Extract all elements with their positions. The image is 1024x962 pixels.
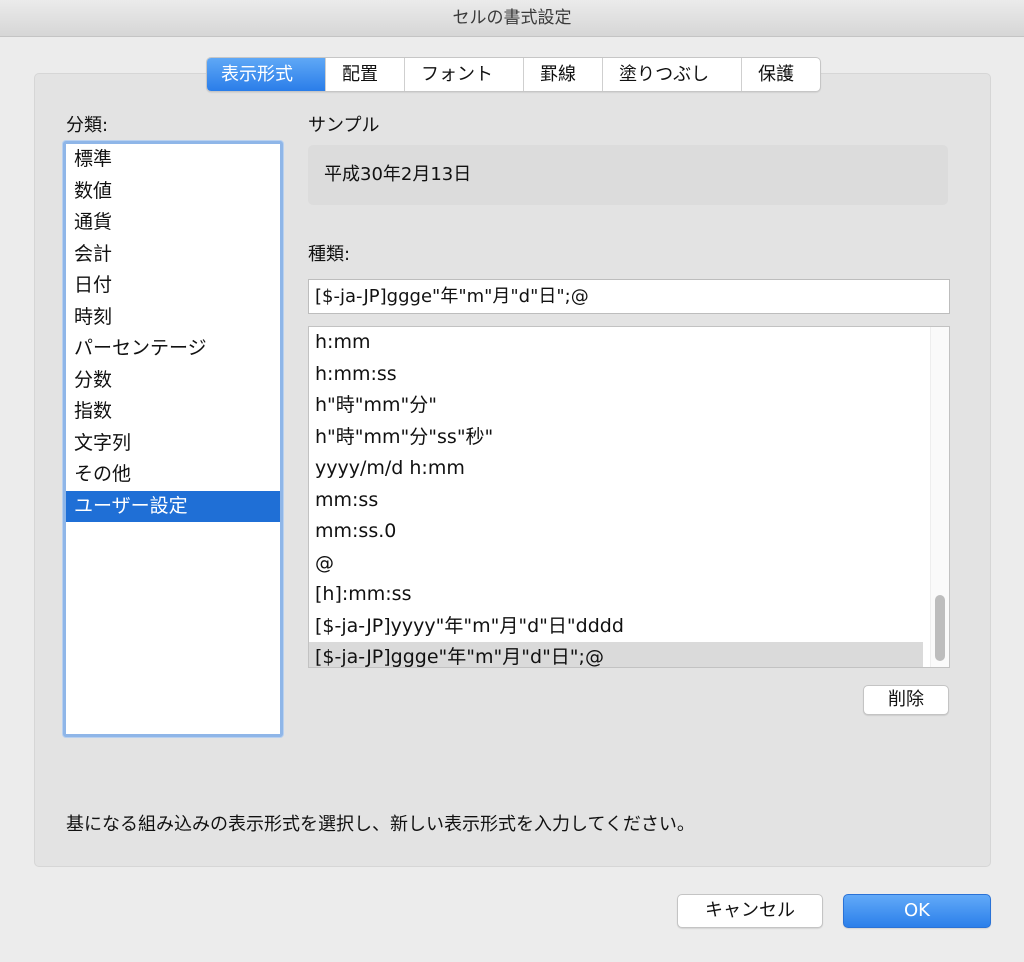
cancel-button[interactable]: キャンセル <box>677 894 823 928</box>
category-item[interactable]: 会計 <box>66 239 280 271</box>
category-item[interactable]: 標準 <box>66 144 280 176</box>
tab-border[interactable]: 罫線 <box>523 58 602 91</box>
category-item[interactable]: 数値 <box>66 176 280 208</box>
category-label: 分類: <box>66 115 109 136</box>
category-item[interactable]: パーセンテージ <box>66 333 280 365</box>
ok-button[interactable]: OK <box>843 894 991 928</box>
format-list[interactable]: h:mm h:mm:ss h"時"mm"分" h"時"mm"分"ss"秒" yy… <box>308 326 950 668</box>
format-item[interactable]: [$-ja-JP]yyyy"年"m"月"d"日"dddd <box>309 611 923 643</box>
category-item[interactable]: 日付 <box>66 270 280 302</box>
format-item[interactable]: mm:ss <box>309 485 923 517</box>
delete-button[interactable]: 削除 <box>863 685 949 715</box>
tab-fill[interactable]: 塗りつぶし <box>602 58 741 91</box>
sample-value: 平成30年2月13日 <box>324 164 472 185</box>
format-list-scrollbar[interactable] <box>930 327 949 667</box>
tab-bar: 表示形式 配置 フォント 罫線 塗りつぶし 保護 <box>206 57 821 92</box>
format-item[interactable]: h"時"mm"分"ss"秒" <box>309 422 923 454</box>
tab-font[interactable]: フォント <box>404 58 523 91</box>
type-label: 種類: <box>308 244 351 265</box>
format-item[interactable]: h"時"mm"分" <box>309 390 923 422</box>
tab-number-format[interactable]: 表示形式 <box>207 58 325 91</box>
tab-alignment[interactable]: 配置 <box>325 58 404 91</box>
format-item[interactable]: yyyy/m/d h:mm <box>309 453 923 485</box>
format-item[interactable]: @ <box>309 548 923 580</box>
hint-text: 基になる組み込みの表示形式を選択し、新しい表示形式を入力してください。 <box>66 814 695 835</box>
scrollbar-thumb[interactable] <box>935 595 945 661</box>
format-item-selected[interactable]: [$-ja-JP]ggge"年"m"月"d"日";@ <box>309 642 923 667</box>
category-list[interactable]: 標準 数値 通貨 会計 日付 時刻 パーセンテージ 分数 指数 文字列 その他 … <box>63 141 283 737</box>
category-item[interactable]: 指数 <box>66 396 280 428</box>
category-item-selected[interactable]: ユーザー設定 <box>66 490 280 522</box>
category-item[interactable]: 時刻 <box>66 302 280 334</box>
sample-label: サンプル <box>308 115 380 136</box>
format-item[interactable]: [h]:mm:ss <box>309 579 923 611</box>
category-item[interactable]: 分数 <box>66 365 280 397</box>
window-title: セルの書式設定 <box>0 0 1024 37</box>
category-item[interactable]: 通貨 <box>66 207 280 239</box>
format-item[interactable]: mm:ss.0 <box>309 516 923 548</box>
format-item[interactable]: h:mm <box>309 327 923 359</box>
type-input[interactable]: [$-ja-JP]ggge"年"m"月"d"日";@ <box>308 279 950 314</box>
category-item[interactable]: その他 <box>66 459 280 491</box>
format-item[interactable]: h:mm:ss <box>309 359 923 391</box>
category-item[interactable]: 文字列 <box>66 428 280 460</box>
sample-box: 平成30年2月13日 <box>308 145 948 205</box>
tab-protection[interactable]: 保護 <box>741 58 820 91</box>
